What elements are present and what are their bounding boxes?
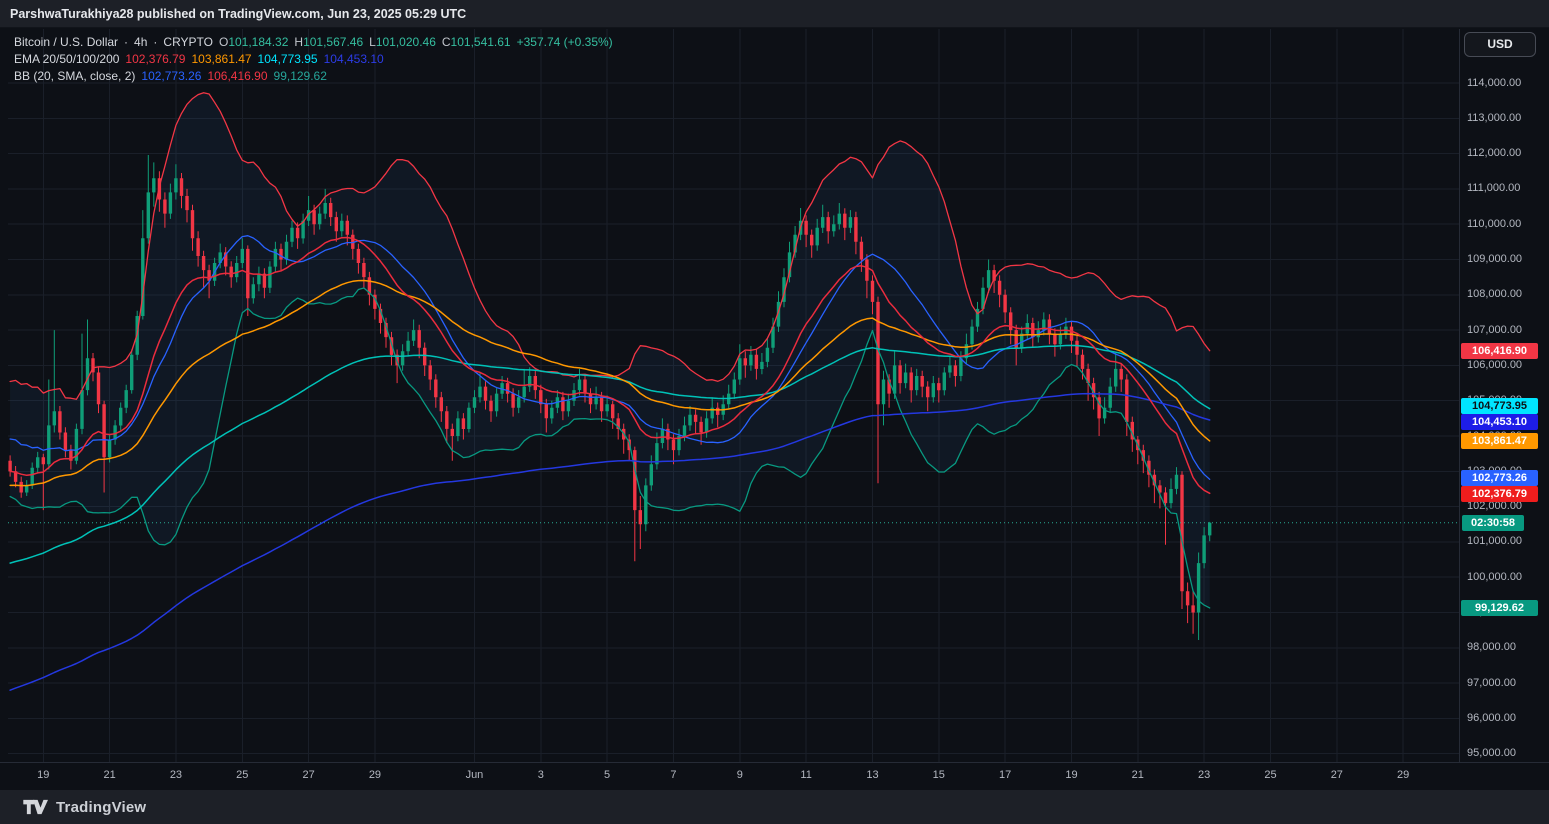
tradingview-published-chart: ParshwaTurakhiya28 published on TradingV… — [0, 0, 1549, 824]
date-axis-label: 23 — [1182, 769, 1226, 781]
bb-upper-value: 106,416.90 — [207, 68, 267, 84]
legend-ema-row[interactable]: EMA 20/50/100/200 102,376.79 103,861.47 … — [14, 51, 613, 67]
footer: TradingView — [0, 790, 1549, 824]
ohlc-high: H101,567.46 — [294, 34, 363, 50]
date-axis-label: 3 — [519, 769, 563, 781]
date-axis-label: 15 — [917, 769, 961, 781]
legend-bb-row[interactable]: BB (20, SMA, close, 2) 102,773.26 106,41… — [14, 68, 613, 84]
date-axis-label: 29 — [353, 769, 397, 781]
date-axis-label: 21 — [1116, 769, 1160, 781]
publish-header-text: ParshwaTurakhiya28 published on TradingV… — [10, 7, 466, 21]
tradingview-logo-icon — [22, 797, 48, 817]
price-axis-label: 109,000.00 — [1467, 253, 1522, 266]
ema50-value: 103,861.47 — [191, 51, 251, 67]
price-axis[interactable]: 114,000.00 113,000.00 112,000.00 111,000.00… — [1459, 29, 1549, 762]
price-axis-label: 96,000.00 — [1467, 712, 1516, 725]
bb-lower-value: 99,129.62 — [274, 68, 327, 84]
separator: · — [153, 34, 157, 50]
date-axis-label: 17 — [983, 769, 1027, 781]
price-axis-label: 100,000.00 — [1467, 571, 1522, 584]
publish-header: ParshwaTurakhiya28 published on TradingV… — [0, 0, 1549, 28]
ema200-value: 104,453.10 — [324, 51, 384, 67]
date-axis-label: 21 — [88, 769, 132, 781]
price-badge-bb-upper: 106,416.90 — [1461, 343, 1538, 359]
bb-label: BB (20, SMA, close, 2) — [14, 68, 135, 84]
price-axis-label: 113,000.00 — [1467, 112, 1521, 125]
ema-label: EMA 20/50/100/200 — [14, 51, 119, 67]
date-axis-label: 25 — [220, 769, 264, 781]
ema20-value: 102,376.79 — [125, 51, 185, 67]
price-axis-label: 114,000.00 — [1467, 77, 1521, 90]
date-axis-label: 13 — [850, 769, 894, 781]
price-axis-label: 110,000.00 — [1467, 218, 1521, 231]
bollinger-fill — [10, 93, 1210, 608]
date-axis-label: Jun — [452, 769, 496, 781]
exchange: CRYPTO — [163, 34, 213, 50]
date-axis-label: 11 — [784, 769, 828, 781]
price-badge-bb-lower: 99,129.62 — [1461, 600, 1538, 616]
price-badge-ema200: 104,453.10 — [1461, 414, 1538, 430]
price-axis-label: 108,000.00 — [1467, 288, 1522, 301]
date-axis-label: 19 — [21, 769, 65, 781]
ohlc-low: L101,020.46 — [369, 34, 436, 50]
ema100-value: 104,773.95 — [258, 51, 318, 67]
ohlc-close: C101,541.61 — [442, 34, 511, 50]
date-axis-label: 7 — [651, 769, 695, 781]
chart-legend: Bitcoin / U.S. Dollar · 4h · CRYPTO O101… — [14, 34, 613, 85]
ohlc-open: O101,184.32 — [219, 34, 288, 50]
date-axis-label: 29 — [1381, 769, 1425, 781]
separator: · — [124, 34, 128, 50]
price-badge-countdown: 02:30:58 — [1462, 515, 1524, 531]
price-axis-label: 112,000.00 — [1467, 147, 1521, 160]
date-axis-label: 19 — [1049, 769, 1093, 781]
currency-button[interactable]: USD — [1464, 32, 1536, 57]
symbol-name: Bitcoin / U.S. Dollar — [14, 34, 118, 50]
tradingview-wordmark: TradingView — [56, 799, 146, 816]
price-axis-label: 111,000.00 — [1467, 182, 1520, 195]
timeframe[interactable]: 4h — [134, 34, 147, 50]
price-badge-ema50: 103,861.47 — [1461, 433, 1538, 449]
price-axis-label: 107,000.00 — [1467, 324, 1522, 337]
price-axis-label: 97,000.00 — [1467, 677, 1516, 690]
legend-symbol-row[interactable]: Bitcoin / U.S. Dollar · 4h · CRYPTO O101… — [14, 34, 613, 50]
price-chart[interactable] — [0, 0, 1549, 824]
bb-basis-value: 102,773.26 — [141, 68, 201, 84]
currency-button-label: USD — [1487, 37, 1512, 51]
price-badge-bb-basis: 102,773.26 — [1461, 470, 1538, 486]
date-axis-label: 25 — [1248, 769, 1292, 781]
date-axis-label: 5 — [585, 769, 629, 781]
price-axis-label: 106,000.00 — [1467, 359, 1522, 372]
price-axis-label: 98,000.00 — [1467, 641, 1516, 654]
date-axis-label: 27 — [287, 769, 331, 781]
price-axis-label: 95,000.00 — [1467, 747, 1516, 760]
price-change: +357.74 (+0.35%) — [517, 34, 613, 50]
date-axis-label: 9 — [718, 769, 762, 781]
price-badge-ema100: 104,773.95 — [1461, 398, 1538, 414]
date-axis-label: 27 — [1315, 769, 1359, 781]
time-axis[interactable]: 19 21 23 25 27 29 Jun 3 5 7 9 11 13 15 17 19 21 23 25 27 29 — [0, 762, 1549, 791]
price-axis-label: 102,000.00 — [1467, 500, 1522, 513]
price-badge-ema20: 102,376.79 — [1461, 486, 1538, 502]
price-axis-label: 101,000.00 — [1467, 535, 1522, 548]
date-axis-label: 23 — [154, 769, 198, 781]
